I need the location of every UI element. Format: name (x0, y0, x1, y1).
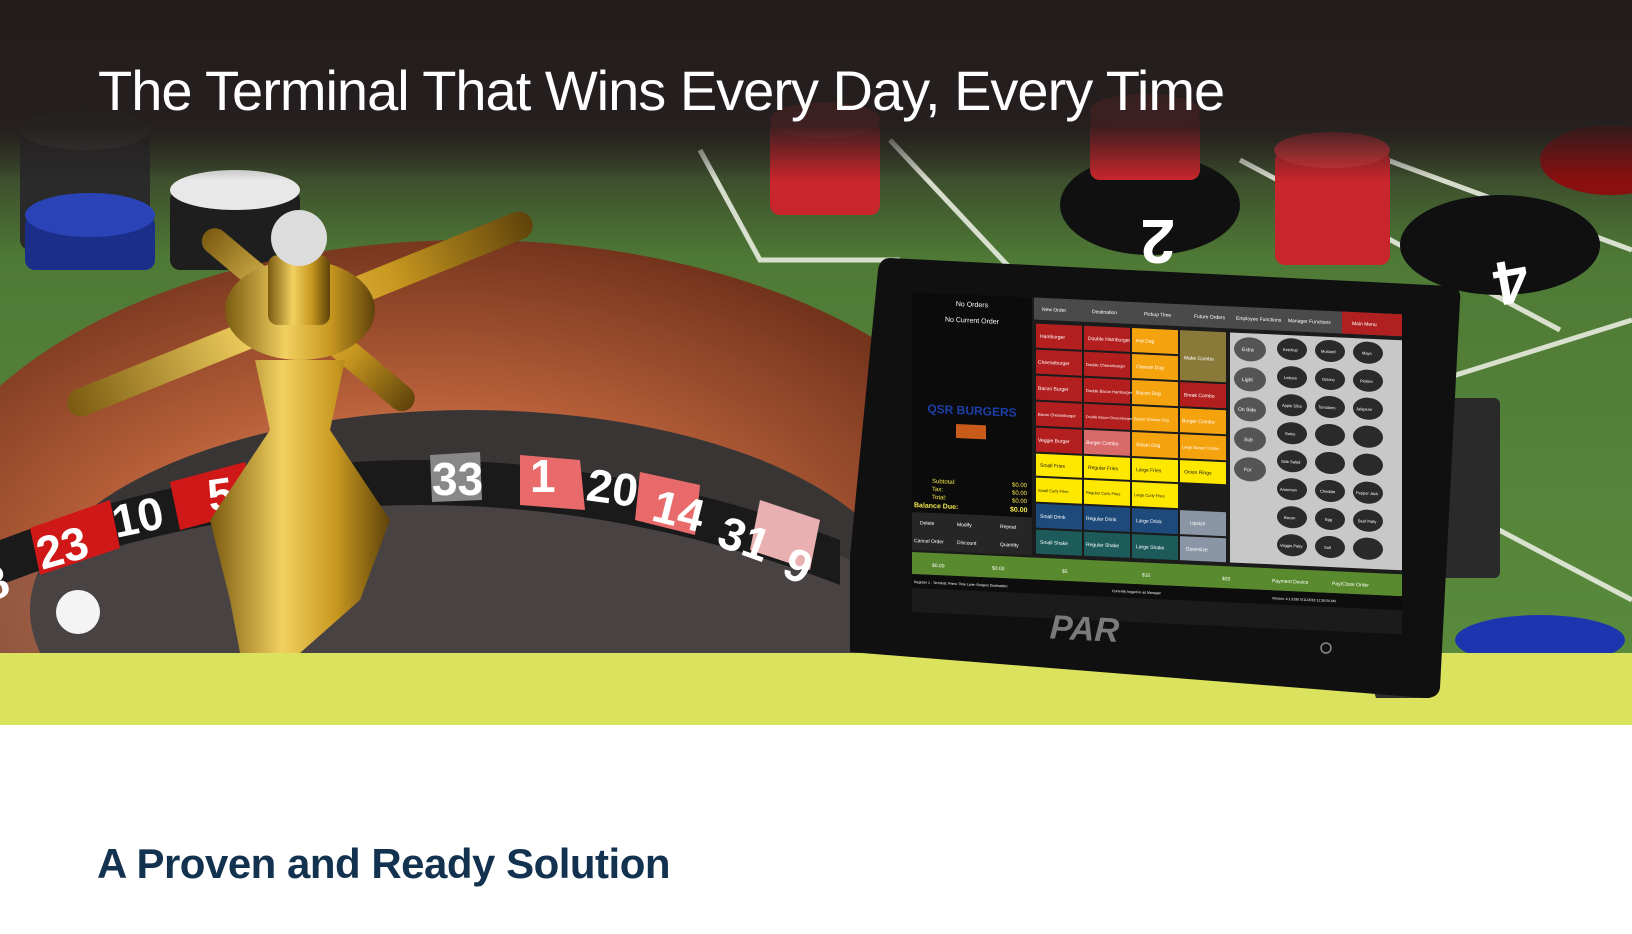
condiment-salt[interactable]: Salt (1324, 545, 1332, 550)
condiment-beef-patty[interactable]: Beef Patty (1358, 518, 1376, 524)
condiment-jalapeno[interactable]: Jalapeno (1356, 406, 1373, 412)
condiment-onions[interactable]: Onions (1322, 377, 1335, 383)
menu-item-downsize[interactable]: Downsize (1186, 546, 1208, 553)
menu-item-large-fries[interactable]: Large Fries (1136, 467, 1162, 474)
tab-destination[interactable]: Destination (1092, 309, 1117, 316)
action-delete[interactable]: Delete (920, 520, 935, 527)
section-subtitle: A Proven and Ready Solution (97, 840, 671, 887)
order-actions: Delete Modify Repeat Cancel Order Discou… (912, 512, 1032, 556)
modifier-on-side[interactable]: On Side (1238, 407, 1256, 414)
menu-item-cheese-dog[interactable]: Cheese Dog (1136, 364, 1164, 371)
subtotal-value: $0.00 (1012, 483, 1028, 490)
condiment-egg[interactable]: Egg (1325, 517, 1332, 522)
wheel-number: 33 (432, 453, 483, 505)
menu-item-small-shake[interactable]: Small Shake (1040, 540, 1068, 547)
wheel-number: 1 (530, 450, 556, 502)
menu-item-hot-dog[interactable]: Hot Dog (1136, 338, 1155, 345)
menu-item-bacon-dog[interactable]: Bacon Dog (1136, 390, 1161, 397)
action-discount[interactable]: Discount (957, 540, 977, 547)
burger-icon (956, 423, 986, 440)
condiment-ketchup[interactable]: Ketchup (1283, 347, 1298, 353)
tab-pickup-time[interactable]: Pickup Time (1144, 312, 1171, 319)
wheel-number: 20 (584, 458, 642, 517)
action-repeat[interactable]: Repeat (1000, 524, 1017, 531)
cash-button[interactable]: $10 (1142, 572, 1151, 578)
cash-button[interactable]: $0.00 (932, 563, 945, 570)
roulette-ball (56, 590, 100, 634)
wheel-number: 10 (107, 486, 168, 548)
menu-item-hamburger[interactable]: Hamburger (1040, 334, 1065, 341)
par-logo: PAR (1049, 608, 1121, 650)
condiment-veggie-patty[interactable]: Veggie Patty (1280, 543, 1302, 549)
condiment-mustard[interactable]: Mustard (1321, 349, 1335, 355)
subtotal-label: Subtotal: (932, 479, 956, 486)
cash-button[interactable]: $0.00 (992, 566, 1005, 573)
modifier-sub[interactable]: Sub (1244, 437, 1253, 443)
condiment-american[interactable]: American (1280, 487, 1297, 493)
cash-button[interactable]: $20 (1222, 576, 1231, 582)
terminal-screen: No Orders No Current Order QSR BURGERS S… (912, 292, 1402, 635)
condiment-mayo[interactable]: Mayo (1362, 350, 1373, 355)
modifier-light[interactable]: Light (1242, 377, 1253, 384)
total-label: Total: (932, 495, 947, 502)
action-quantity[interactable]: Quantity (1000, 542, 1019, 549)
menu-item-large-drink[interactable]: Large Drink (1136, 518, 1162, 525)
cash-button[interactable]: $5 (1062, 569, 1068, 575)
menu-item-onion-rings[interactable]: Onion Rings (1184, 469, 1212, 476)
condiment-swiss[interactable]: Swiss (1285, 431, 1295, 436)
condiment-apple-slice[interactable]: Apple Slice (1282, 403, 1303, 409)
tab-new-order[interactable]: New Order (1042, 307, 1066, 314)
condiment-bacon[interactable]: Bacon (1284, 515, 1295, 521)
tax-label: Tax: (932, 487, 943, 494)
condiment-pickles[interactable]: Pickles (1360, 378, 1373, 384)
balance-value: $0.00 (1010, 506, 1028, 514)
condiment-cheddar[interactable]: Cheddar (1320, 489, 1336, 495)
condiment-tomatoes[interactable]: Tomatoes (1318, 404, 1335, 410)
modifier-for[interactable]: For (1244, 467, 1252, 473)
tax-value: $0.00 (1012, 491, 1028, 498)
menu-item-small-fries[interactable]: Small Fries (1040, 463, 1065, 470)
hero-title: The Terminal That Wins Every Day, Every … (98, 59, 1225, 122)
condiment-pepper-jack[interactable]: Pepper Jack (1356, 490, 1378, 496)
menu-item-upsize[interactable]: Upsize (1190, 521, 1205, 528)
menu-item-small-drink[interactable]: Small Drink (1040, 514, 1066, 521)
pos-terminal-illustration: No Orders No Current Order QSR BURGERS S… (850, 258, 1500, 698)
total-value: $0.00 (1012, 499, 1028, 506)
condiment-side-salad[interactable]: Side Salad (1281, 459, 1300, 465)
tab-main-menu[interactable]: Main Menu (1352, 321, 1377, 328)
order-header: No Orders (956, 301, 989, 309)
action-modify[interactable]: Modify (957, 522, 972, 529)
modifier-extra[interactable]: Extra (1242, 347, 1254, 354)
condiment-lettuce[interactable]: Lettuce (1284, 375, 1298, 381)
menu-item-sirloin-dog[interactable]: Sirloin Dog (1136, 442, 1161, 449)
modifier-panel: Extra Light On Side Sub For Ketchup Must… (1230, 332, 1402, 571)
